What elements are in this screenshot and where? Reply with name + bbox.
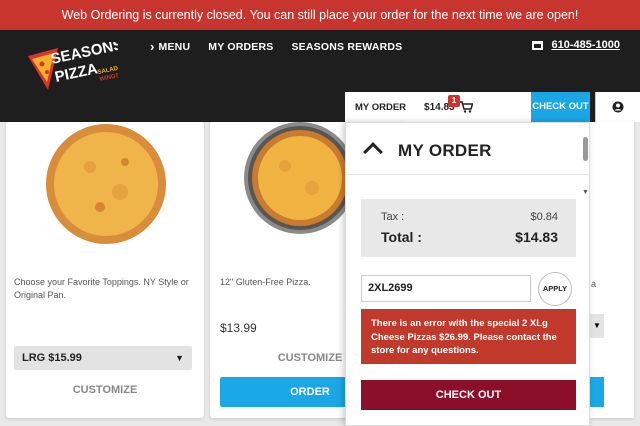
store-phone-link[interactable]: 610-485-1000 <box>532 39 620 51</box>
my-order-label: MY ORDER <box>355 101 407 113</box>
store-icon <box>532 40 544 50</box>
nav-menu-label: MENU <box>158 40 191 53</box>
panel-header[interactable]: MY ORDER <box>346 123 589 175</box>
my-order-panel: MY ORDER ▼ Tax : $0.84 Total : $14.83 2X… <box>345 122 590 426</box>
checkout-button[interactable]: CHECK OUT <box>361 380 576 410</box>
account-button[interactable] <box>595 92 640 122</box>
cart-icon <box>458 101 474 113</box>
product-card-cheese-pizza: Choose your Favorite Toppings. NY Style … <box>6 122 204 418</box>
promo-code-input[interactable]: 2XL2699 <box>361 275 531 302</box>
pizza-image <box>46 124 166 244</box>
nav-my-orders[interactable]: MY ORDERS <box>208 39 273 54</box>
user-icon <box>612 101 624 113</box>
main-nav: › MENU MY ORDERS SEASONS REWARDS <box>150 39 402 54</box>
panel-title: MY ORDER <box>398 141 492 160</box>
total-label: Total : <box>381 229 422 245</box>
chevron-up-icon[interactable] <box>363 142 383 162</box>
chevron-right-icon: › <box>150 39 155 54</box>
chevron-down-icon: ▼ <box>593 321 601 330</box>
seasons-pizza-logo[interactable]: SEASONS PIZZA SALAD WINGS <box>22 36 125 108</box>
closed-banner: Web Ordering is currently closed. You ca… <box>0 0 640 30</box>
product-description: Choose your Favorite Toppings. NY Style … <box>14 277 189 300</box>
chevron-down-icon: ▼ <box>175 353 184 363</box>
nav-my-orders-label: MY ORDERS <box>208 40 274 53</box>
size-select-peek[interactable]: ▼ <box>590 314 604 338</box>
scroll-down-icon[interactable]: ▼ <box>582 189 589 196</box>
apply-button[interactable]: APPLY <box>538 272 572 306</box>
header-checkout-button[interactable]: CHECK OUT <box>531 92 590 122</box>
customize-button[interactable]: CUSTOMIZE <box>6 384 204 396</box>
size-select-value: LRG $15.99 <box>22 352 82 364</box>
nav-rewards-label: SEASONS REWARDS <box>291 40 403 53</box>
total-value: $14.83 <box>515 229 558 245</box>
promo-error-message: There is an error with the special 2 XLg… <box>361 309 576 364</box>
order-button-peek[interactable] <box>590 377 604 407</box>
product-price: $13.99 <box>220 321 257 335</box>
tax-label: Tax : <box>381 211 405 223</box>
nav-menu[interactable]: › MENU <box>150 39 190 54</box>
tax-value: $0.84 <box>530 211 558 223</box>
size-select[interactable]: LRG $15.99 ▼ <box>14 346 192 370</box>
product-description: 12" Gluten-Free Pizza. <box>220 277 311 287</box>
phone-number: 610-485-1000 <box>551 39 620 51</box>
product-description-peek: a <box>591 279 597 289</box>
my-order-bar[interactable]: MY ORDER $14.83 <box>345 92 531 122</box>
pizza-image <box>244 122 356 234</box>
panel-scrollbar[interactable] <box>583 137 588 161</box>
product-card-peek <box>590 122 634 418</box>
nav-seasons-rewards[interactable]: SEASONS REWARDS <box>291 39 402 54</box>
cart-count-badge: 1 <box>448 95 460 107</box>
order-totals: Tax : $0.84 Total : $14.83 <box>361 199 576 257</box>
